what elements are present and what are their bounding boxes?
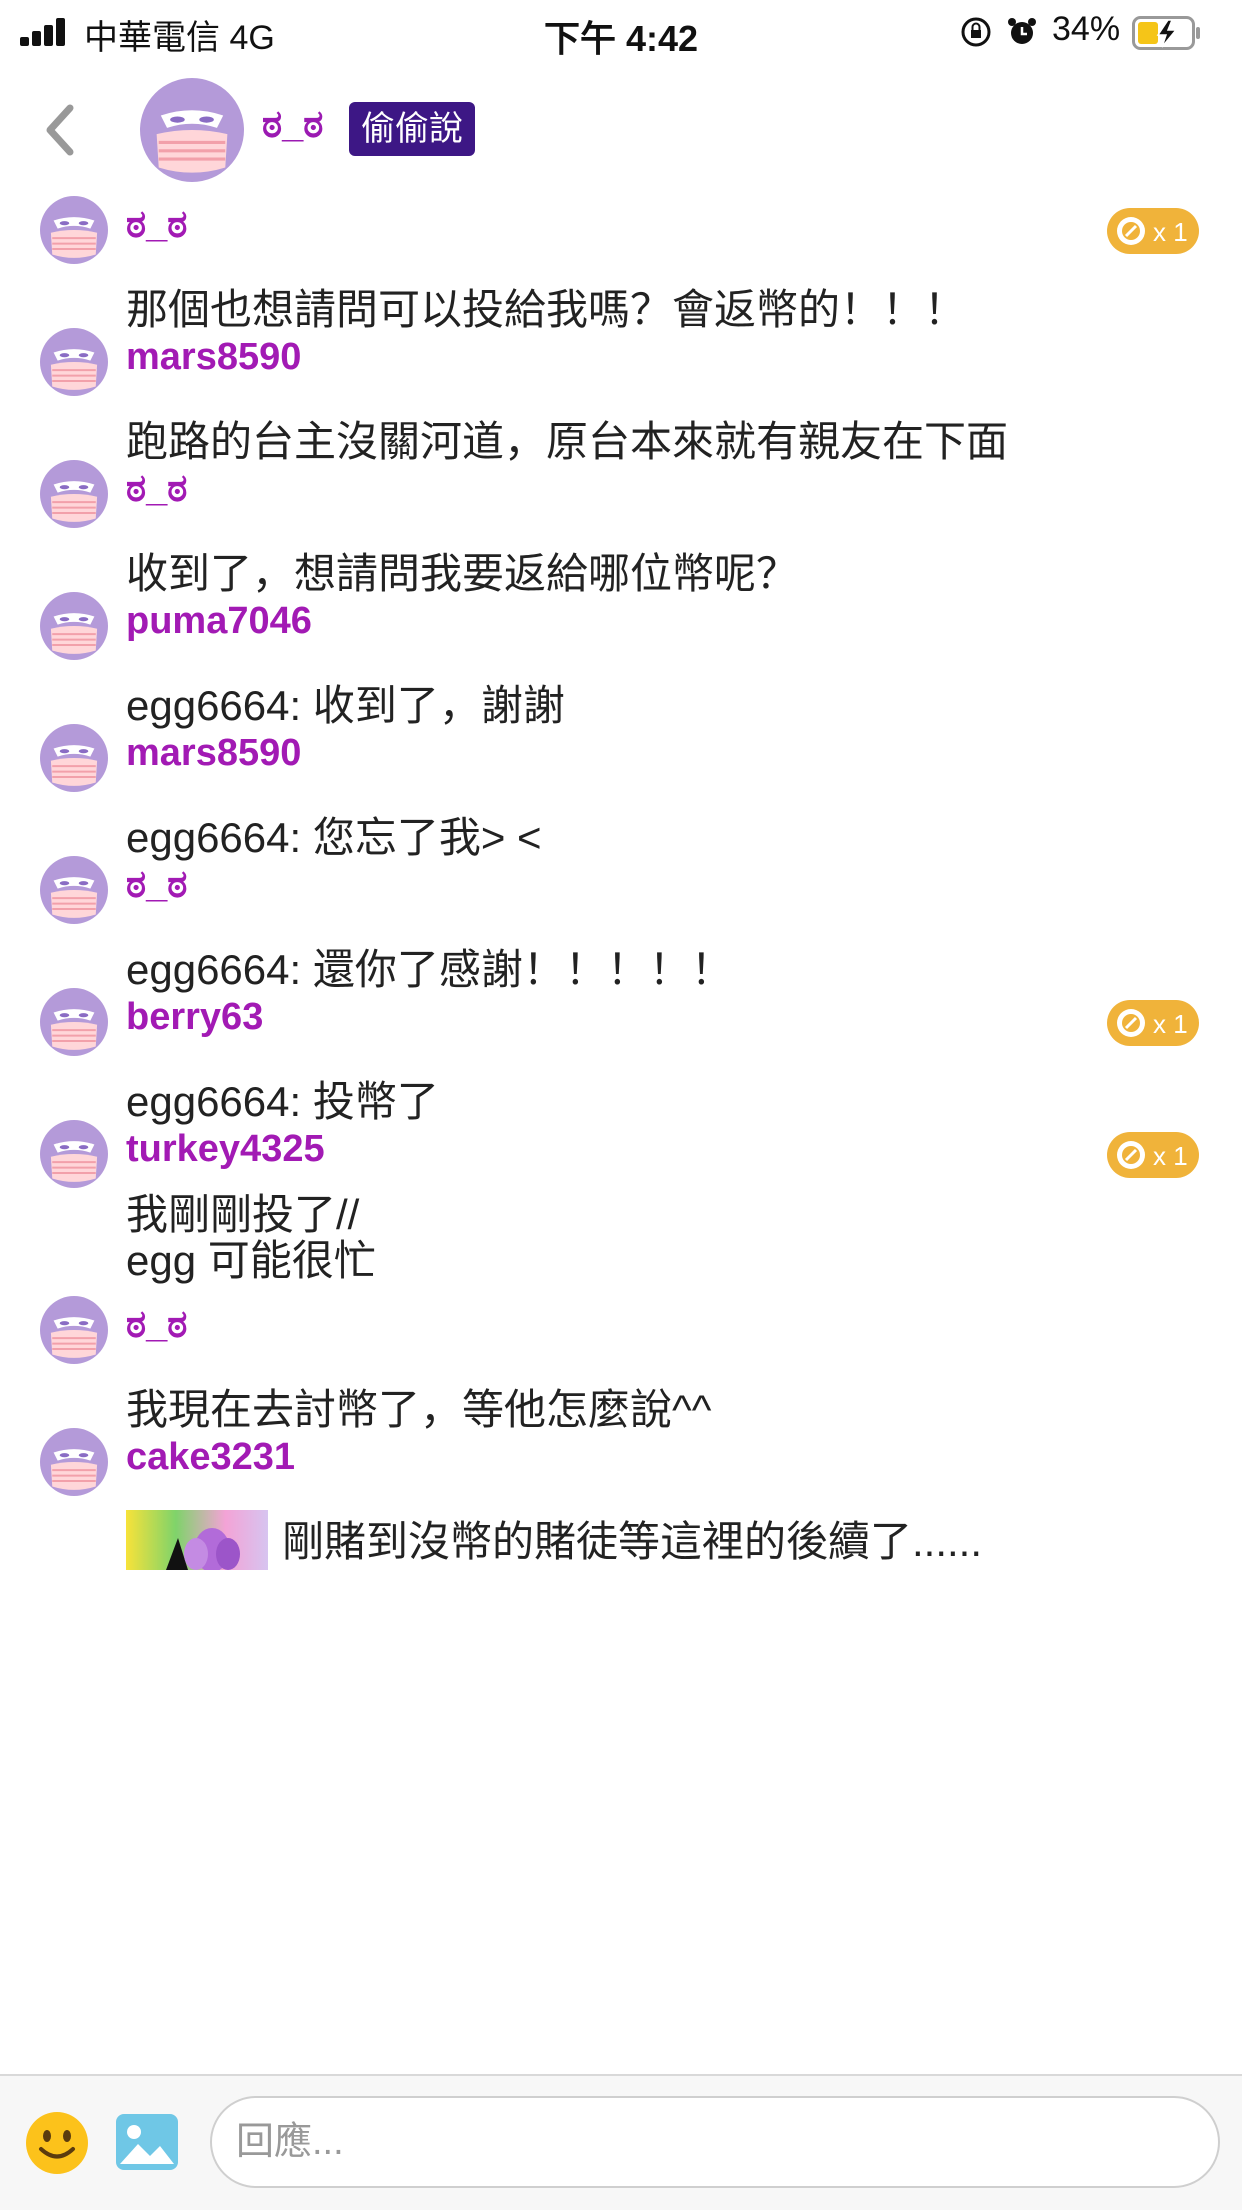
message-text: 剛賭到沒幣的賭徒等這裡的後續了...... — [282, 1518, 983, 1565]
user-avatar-icon[interactable] — [40, 1296, 108, 1364]
message-item[interactable]: ಠ_ಠ 收到了，想請問我要返給哪位幣呢？ — [0, 460, 1242, 597]
battery-charging-icon — [1132, 16, 1200, 50]
user-avatar-icon[interactable] — [40, 988, 108, 1056]
user-avatar-icon[interactable] — [40, 460, 108, 528]
message-item[interactable]: puma7046 egg6664: 收到了，謝謝 — [0, 592, 1242, 729]
message-username[interactable]: turkey4325 — [126, 1128, 325, 1171]
chat-header: ಠ_ಠ 偷偷說 — [0, 64, 1242, 194]
coin-icon — [1117, 1009, 1145, 1037]
message-item[interactable]: ಠ_ಠ x 1 那個也想請問可以投給我嗎？會返幣的！！！ — [0, 196, 1242, 333]
message-item[interactable]: cake3231 剛賭到沒幣的賭徒等這裡的後續了...... — [0, 1428, 1242, 1570]
coin-count: x 1 — [1153, 1141, 1188, 1171]
message-username[interactable]: ಠ_ಠ — [126, 468, 187, 511]
lock-rotation-icon — [961, 17, 991, 47]
message-item[interactable]: mars8590 egg6664: 您忘了我> < — [0, 724, 1242, 861]
message-list[interactable]: ಠ_ಠ x 1 那個也想請問可以投給我嗎？會返幣的！！！ mars8590 跑路的台主沒… — [0, 196, 1242, 2074]
coin-badge: x 1 — [1107, 1000, 1199, 1046]
message-text: 我剛剛投了// — [126, 1191, 360, 1238]
battery-percentage: 34% — [1052, 10, 1121, 48]
message-image-thumbnail[interactable] — [126, 1510, 268, 1570]
message-text: egg 可能很忙 — [126, 1237, 376, 1284]
coin-badge: x 1 — [1107, 1132, 1199, 1178]
message-username[interactable]: ಠ_ಠ — [126, 864, 187, 907]
image-icon[interactable] — [114, 2112, 180, 2172]
reply-input[interactable]: 回應... — [210, 2096, 1220, 2188]
status-bar: 中華電信 4G 下午 4:42 34% — [0, 0, 1242, 64]
private-chat-badge: 偷偷說 — [349, 102, 475, 156]
message-username[interactable]: puma7046 — [126, 600, 312, 643]
message-username[interactable]: ಠ_ಠ — [126, 204, 187, 247]
message-username[interactable]: mars8590 — [126, 336, 301, 379]
status-indicators: 34% — [960, 10, 1220, 54]
coin-icon — [1117, 217, 1145, 245]
user-avatar-icon[interactable] — [40, 328, 108, 396]
message-username[interactable]: berry63 — [126, 996, 263, 1039]
user-avatar-icon[interactable] — [40, 196, 108, 264]
user-avatar-icon[interactable] — [40, 1120, 108, 1188]
message-username[interactable]: mars8590 — [126, 732, 301, 775]
message-username[interactable]: ಠ_ಠ — [126, 1304, 187, 1347]
message-item[interactable]: ಠ_ಠ 我現在去討幣了，等他怎麼說^^ — [0, 1296, 1242, 1433]
message-item[interactable]: turkey4325 x 1 我剛剛投了//egg 可能很忙 — [0, 1120, 1242, 1284]
user-avatar-icon[interactable] — [40, 1428, 108, 1496]
user-avatar-icon[interactable] — [40, 592, 108, 660]
message-item[interactable]: ಠ_ಠ egg6664: 還你了感謝！！！！！ — [0, 856, 1242, 993]
header-avatar-icon[interactable] — [140, 78, 244, 182]
coin-count: x 1 — [1153, 217, 1188, 247]
message-username[interactable]: cake3231 — [126, 1436, 295, 1479]
coin-badge: x 1 — [1107, 208, 1199, 254]
back-chevron-icon[interactable] — [40, 100, 80, 160]
emoji-icon[interactable] — [24, 2110, 90, 2176]
chat-title: ಠ_ಠ — [262, 104, 324, 146]
alarm-icon — [1008, 18, 1036, 44]
message-item[interactable]: mars8590 跑路的台主沒關河道，原台本來就有親友在下面 — [0, 328, 1242, 465]
user-avatar-icon[interactable] — [40, 724, 108, 792]
user-avatar-icon[interactable] — [40, 856, 108, 924]
coin-count: x 1 — [1153, 1009, 1188, 1039]
coin-icon — [1117, 1141, 1145, 1169]
reply-bar: 回應... — [0, 2074, 1242, 2210]
message-item[interactable]: berry63 x 1 egg6664: 投幣了 — [0, 988, 1242, 1125]
